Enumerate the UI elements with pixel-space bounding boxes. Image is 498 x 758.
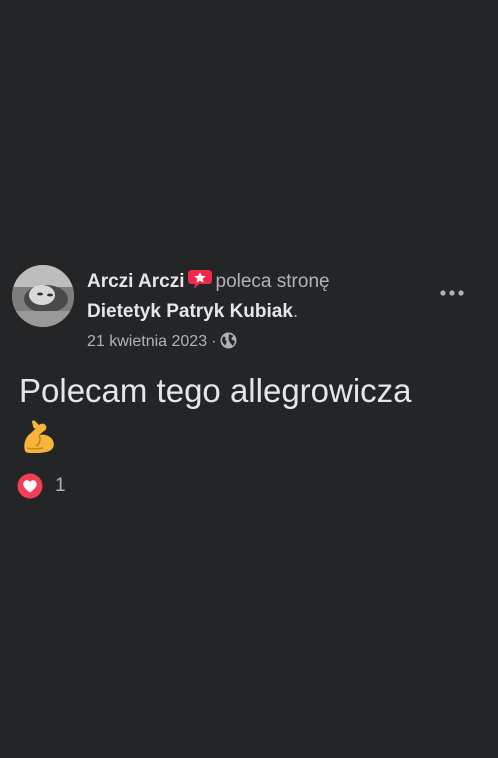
recommended-page-link[interactable]: Dietetyk Patryk Kubiak — [87, 301, 293, 322]
period: . — [292, 301, 299, 322]
action-text: poleca stronę — [215, 271, 330, 292]
author-name[interactable]: Arczi Arczi — [87, 271, 185, 292]
post-header: Arczi Arczi poleca stronę — [87, 268, 330, 295]
love-reaction-icon — [17, 473, 43, 499]
flexed-biceps-emoji — [19, 417, 59, 457]
recommended-page-line: Dietetyk Patryk Kubiak. — [87, 299, 298, 325]
meta-separator: · — [211, 333, 217, 350]
more-options-icon — [440, 290, 464, 296]
avatar[interactable] — [12, 265, 74, 327]
post-card: Arczi Arczi poleca stronę Dietetyk Patryk… — [0, 0, 498, 758]
post-meta: 21 kwietnia 2023 · — [87, 331, 237, 353]
recommendation-icon — [187, 268, 213, 290]
avatar-photo — [12, 265, 74, 327]
post-date[interactable]: 21 kwietnia 2023 — [87, 333, 207, 350]
reaction-count: 1 — [55, 475, 66, 496]
more-options-button[interactable] — [432, 280, 472, 306]
post-body-text: Polecam tego allegrowicza — [19, 372, 412, 409]
reactions-summary[interactable]: 1 — [17, 473, 66, 499]
globe-icon[interactable] — [220, 332, 237, 349]
